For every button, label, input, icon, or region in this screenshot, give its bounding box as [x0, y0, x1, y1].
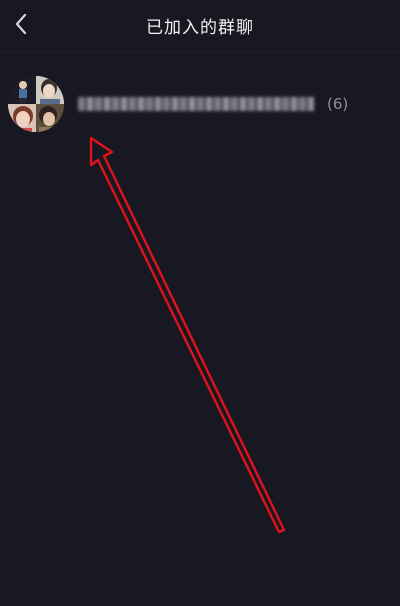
- member-avatar: [8, 104, 36, 132]
- group-list-item[interactable]: ██████,██████,██████,███... (6): [0, 70, 400, 138]
- member-avatar: [36, 104, 64, 132]
- member-avatar: [36, 76, 64, 104]
- joined-groups-screen: 已加入的群聊 (6): [0, 0, 400, 606]
- group-avatar: [8, 76, 64, 132]
- member-avatar: [8, 76, 36, 104]
- member-count: (6): [327, 95, 349, 113]
- top-bar: 已加入的群聊: [0, 0, 400, 52]
- blurred-group-name-overlay: [78, 97, 314, 111]
- page-title: 已加入的群聊: [146, 18, 254, 38]
